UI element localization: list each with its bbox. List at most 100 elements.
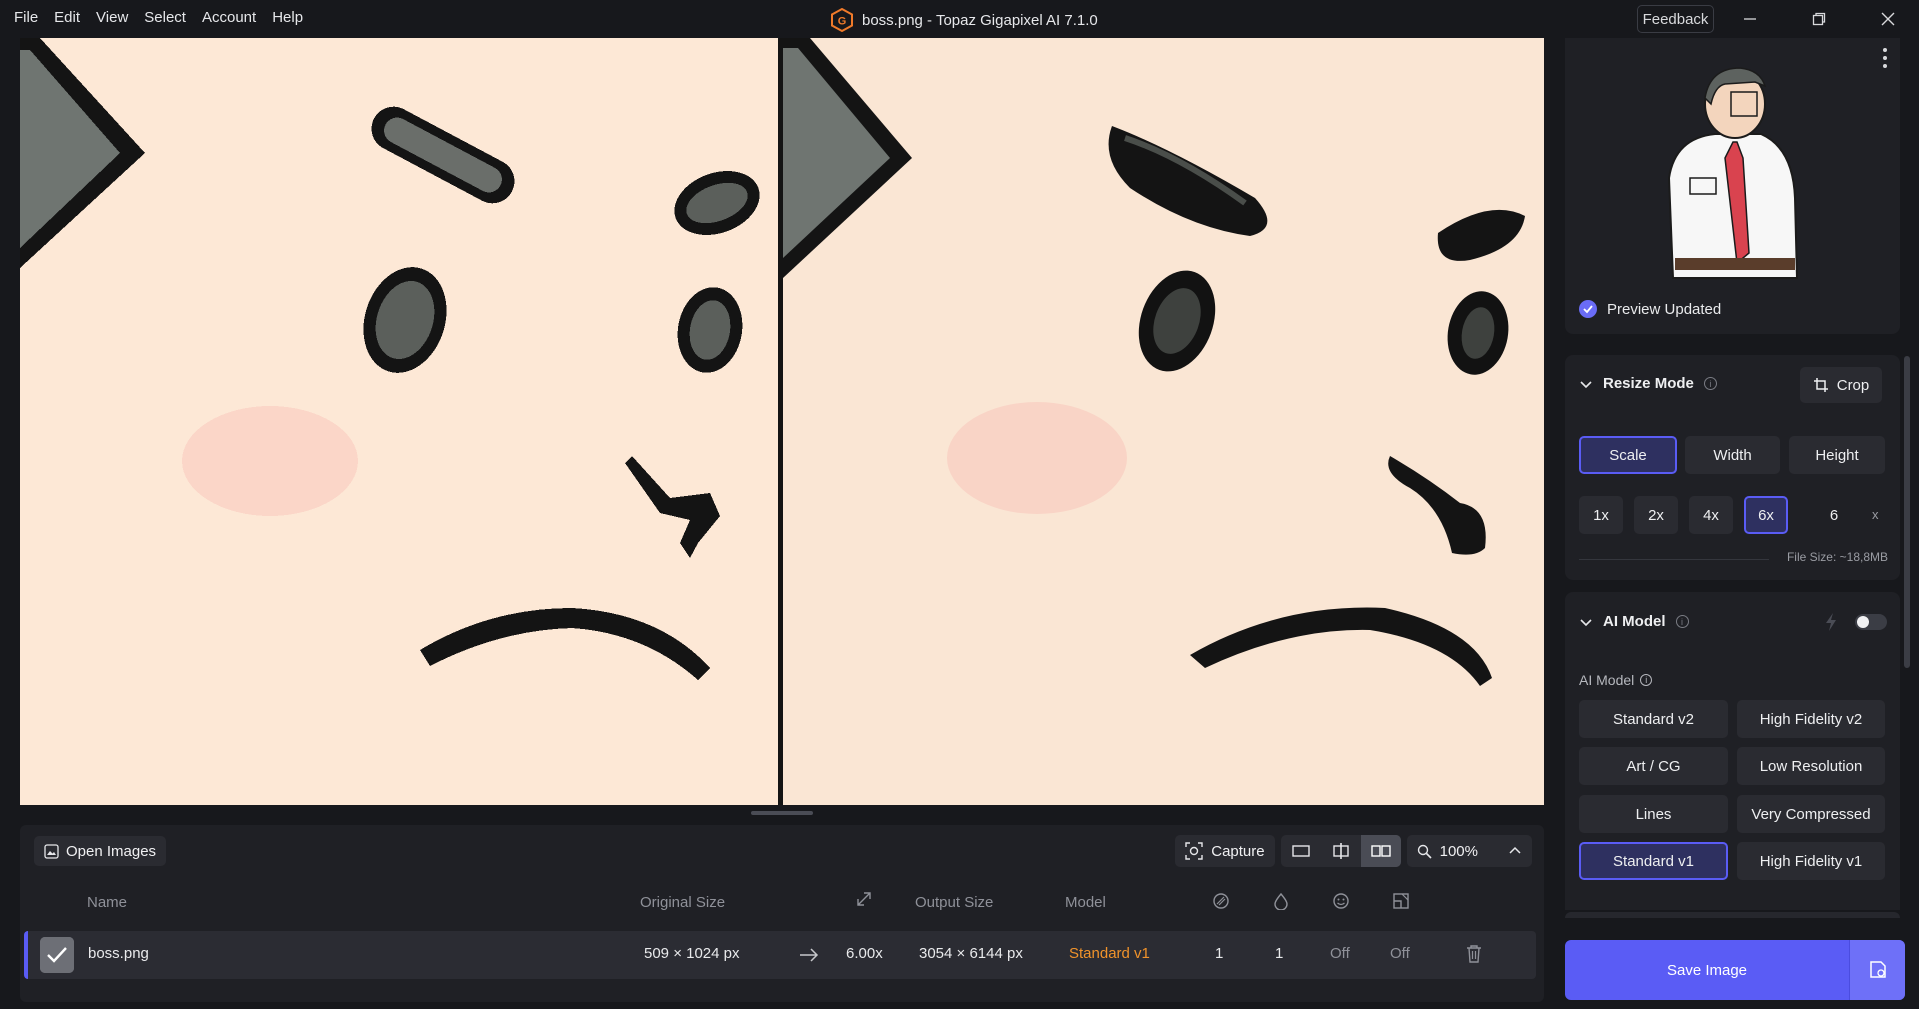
table-row[interactable]: boss.png 509 × 1024 px 6.00x 3054 × 6144…: [24, 931, 1536, 979]
zoom-icon: [1417, 844, 1432, 859]
close-button[interactable]: [1868, 6, 1908, 32]
mode-width-button[interactable]: Width: [1685, 436, 1780, 474]
scale-2x-button[interactable]: 2x: [1634, 496, 1678, 534]
model-lines[interactable]: Lines: [1579, 795, 1728, 833]
save-image-button[interactable]: Save Image: [1565, 940, 1905, 1000]
single-view-button[interactable]: [1281, 835, 1321, 867]
camera-icon: [1185, 842, 1203, 860]
menu-view[interactable]: View: [96, 9, 128, 26]
lightning-icon: [1826, 613, 1836, 631]
ai-model-toggle[interactable]: [1855, 614, 1887, 630]
export-settings-button[interactable]: [1849, 940, 1905, 1000]
scale-4x-button[interactable]: 4x: [1689, 496, 1733, 534]
row-sharpen: 1: [1275, 945, 1284, 962]
model-high-fidelity-v1[interactable]: High Fidelity v1: [1737, 842, 1885, 880]
custom-scale-suffix: x: [1872, 507, 1879, 522]
row-name: boss.png: [88, 945, 149, 962]
file-size: File Size: ~18,8MB: [1786, 550, 1888, 564]
image-preview[interactable]: [20, 38, 1544, 805]
minimize-button[interactable]: [1730, 6, 1770, 32]
menu-select[interactable]: Select: [144, 9, 186, 26]
export-settings-icon: [1869, 961, 1886, 978]
ai-model-title: AI Model: [1603, 613, 1666, 630]
capture-button[interactable]: Capture: [1175, 835, 1275, 867]
next-section-edge: [1565, 912, 1900, 918]
resize-mode-header[interactable]: Resize Mode i: [1579, 375, 1717, 392]
topaz-logo-icon: G: [831, 8, 853, 32]
svg-text:G: G: [838, 16, 847, 28]
split-view-icon: [1332, 843, 1349, 859]
row-denoise: 1: [1215, 945, 1224, 962]
upscaled-preview-pane: [783, 38, 1544, 805]
model-standard-v1[interactable]: Standard v1: [1579, 842, 1728, 880]
panel-resize-handle[interactable]: [751, 811, 813, 815]
mode-scale-button[interactable]: Scale: [1579, 436, 1677, 474]
crop-label: Crop: [1836, 376, 1870, 394]
scale-column-icon: [855, 890, 873, 912]
ai-model-sublabel-text: AI Model: [1579, 672, 1635, 688]
col-name: Name: [87, 894, 128, 911]
chevron-up-icon[interactable]: [1508, 844, 1522, 858]
model-very-compressed[interactable]: Very Compressed: [1737, 795, 1885, 833]
minimize-icon: [1744, 18, 1756, 20]
feedback-button[interactable]: Feedback: [1637, 5, 1714, 33]
trash-icon[interactable]: [1465, 944, 1483, 968]
scale-1x-button[interactable]: 1x: [1579, 496, 1623, 534]
view-mode-group: [1280, 835, 1401, 867]
menu-help[interactable]: Help: [272, 9, 303, 26]
zoom-level: 100%: [1439, 842, 1478, 860]
info-icon[interactable]: i: [1640, 674, 1653, 686]
preview-canvas: [20, 38, 1544, 805]
face-recovery-column-icon: [1332, 892, 1350, 914]
view-toolbar: Capture 100%: [1175, 835, 1532, 867]
menu-file[interactable]: File: [14, 9, 38, 26]
chevron-down-icon[interactable]: [1579, 615, 1593, 629]
open-images-button[interactable]: Open Images: [34, 836, 167, 866]
chevron-down-icon[interactable]: [1579, 377, 1593, 391]
arrow-right-icon: [798, 944, 820, 970]
col-original-size: Original Size: [640, 894, 726, 911]
denoise-column-icon: [1212, 892, 1230, 914]
image-thumbnail: [40, 937, 74, 973]
save-image-label[interactable]: Save Image: [1565, 940, 1849, 1000]
model-low-resolution[interactable]: Low Resolution: [1737, 747, 1885, 785]
ai-model-header[interactable]: AI Model i: [1579, 613, 1689, 630]
window-title-text: boss.png - Topaz Gigapixel AI 7.1.0: [862, 11, 1098, 29]
crop-icon: [1813, 378, 1828, 392]
side-by-side-view-button[interactable]: [1360, 835, 1401, 867]
menu-edit[interactable]: Edit: [54, 9, 80, 26]
capture-label: Capture: [1211, 842, 1265, 860]
col-model: Model: [1065, 894, 1106, 911]
ai-model-sublabel: AI Model i: [1579, 672, 1653, 688]
open-images-label: Open Images: [66, 842, 157, 860]
row-scale: 6.00x: [846, 945, 883, 962]
title-bar: File Edit View Select Account Help G bos…: [0, 0, 1919, 37]
single-view-icon: [1291, 845, 1310, 857]
info-icon[interactable]: i: [1675, 615, 1689, 628]
crop-button[interactable]: Crop: [1800, 367, 1882, 403]
col-output-size: Output Size: [915, 894, 994, 911]
right-panel-scrollbar[interactable]: [1904, 356, 1910, 668]
scale-6x-button[interactable]: 6x: [1744, 496, 1788, 534]
row-face-recovery: Off: [1330, 945, 1350, 962]
custom-scale-input[interactable]: 6: [1799, 496, 1869, 534]
row-color-correction: Off: [1390, 945, 1410, 962]
info-icon[interactable]: i: [1703, 377, 1717, 390]
navigator-thumbnail[interactable]: [1565, 38, 1900, 288]
restore-icon: [1812, 12, 1826, 26]
mode-height-button[interactable]: Height: [1789, 436, 1885, 474]
menu-account[interactable]: Account: [202, 9, 256, 26]
color-correction-column-icon: [1392, 892, 1410, 914]
zoom-control[interactable]: 100%: [1406, 835, 1532, 867]
split-view-button[interactable]: [1321, 835, 1361, 867]
restore-button[interactable]: [1799, 6, 1839, 32]
model-standard-v2[interactable]: Standard v2: [1579, 700, 1728, 738]
toggle-knob: [1857, 616, 1869, 628]
model-high-fidelity-v2[interactable]: High Fidelity v2: [1737, 700, 1885, 738]
row-model: Standard v1: [1069, 945, 1150, 962]
more-options-icon[interactable]: [1880, 46, 1890, 70]
close-icon: [1881, 12, 1895, 26]
model-art-cg[interactable]: Art / CG: [1579, 747, 1728, 785]
image-add-icon: [44, 843, 59, 859]
checkmark-icon: [40, 937, 74, 973]
